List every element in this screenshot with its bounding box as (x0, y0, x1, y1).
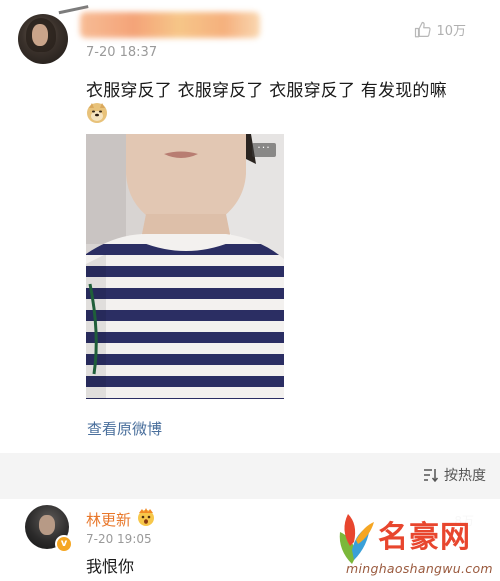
photo-illustration (86, 134, 284, 399)
comment-timestamp: 7-20 19:05 (86, 532, 152, 546)
post-text: 衣服穿反了 衣服穿反了 衣服穿反了 有发现的嘛 (86, 81, 447, 101)
view-original-link[interactable]: 查看原微博 (87, 418, 162, 439)
post-like-button[interactable]: 10万 (414, 20, 466, 39)
comment-text: 我恨你 (86, 557, 135, 576)
shocked-emoji-icon (138, 508, 154, 526)
sort-label: 按热度 (444, 468, 486, 484)
commenter-name[interactable]: 林更新 (86, 509, 131, 530)
leaf-logo-icon (339, 514, 374, 564)
post-photo[interactable]: ··· (86, 134, 284, 399)
post-timestamp: 7-20 18:37 (86, 45, 158, 60)
weibo-post-screenshot: 7-20 18:37 10万 衣服穿反了 衣服穿反了 衣服穿反了 有发现的嘛 ·… (0, 0, 500, 581)
watermark-url: minghaoshangwu.com (346, 561, 493, 576)
photo-more-button[interactable]: ··· (252, 142, 276, 157)
watermark-site-name: 名豪网 (378, 520, 471, 555)
commenter-avatar-face (39, 515, 55, 535)
doge-emoji-icon (87, 103, 107, 123)
vip-badge-icon: v (55, 535, 73, 553)
sort-icon (424, 469, 439, 482)
post-like-count: 10万 (436, 24, 466, 39)
redacted-username (80, 12, 260, 38)
thumbs-up-icon (415, 21, 432, 37)
avatar-face (32, 24, 48, 46)
sort-by-hot-button[interactable]: 按热度 (423, 465, 486, 485)
